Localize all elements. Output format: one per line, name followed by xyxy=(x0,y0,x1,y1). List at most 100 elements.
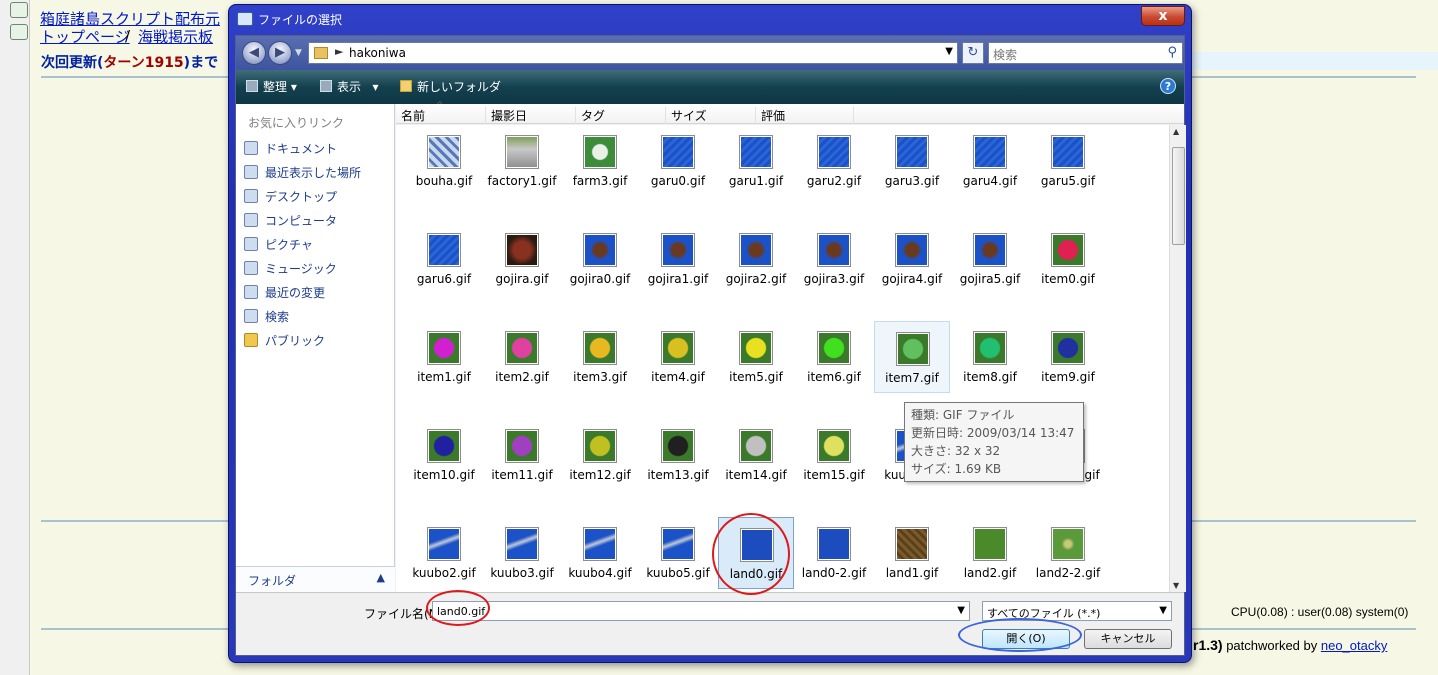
file-item[interactable]: garu0.gif xyxy=(640,125,716,197)
filename-value[interactable]: land0.gif xyxy=(437,605,485,618)
file-item[interactable]: item15.gif xyxy=(796,419,872,491)
file-item[interactable]: item9.gif xyxy=(1030,321,1106,393)
tree-icon[interactable] xyxy=(10,24,28,40)
file-item[interactable]: garu6.gif xyxy=(406,223,482,295)
nav-item-public[interactable]: パブリック xyxy=(244,332,325,350)
file-item[interactable]: gojira2.gif xyxy=(718,223,794,295)
folders-toggle[interactable]: フォルダ ▲ xyxy=(236,566,395,592)
file-item[interactable]: bouha.gif xyxy=(406,125,482,197)
nav-item-desktop[interactable]: デスクトップ xyxy=(244,188,337,206)
file-item[interactable]: kuubo4.gif xyxy=(562,517,638,589)
file-item[interactable]: item5.gif xyxy=(718,321,794,393)
filename-input[interactable]: land0.gif ▼ xyxy=(432,601,970,621)
file-item[interactable]: gojira1.gif xyxy=(640,223,716,295)
file-item[interactable]: gojira.gif xyxy=(484,223,560,295)
close-button[interactable]: x xyxy=(1141,6,1185,26)
column-date-taken[interactable]: 撮影日 xyxy=(486,107,576,124)
file-item[interactable]: garu2.gif xyxy=(796,125,872,197)
file-item[interactable]: item3.gif xyxy=(562,321,638,393)
file-thumbnail xyxy=(661,331,695,365)
title-bar[interactable]: ファイルの選択 x xyxy=(229,5,1191,33)
file-name: gojira0.gif xyxy=(569,272,631,286)
file-item[interactable]: item1.gif xyxy=(406,321,482,393)
file-item[interactable]: garu3.gif xyxy=(874,125,950,197)
file-item[interactable]: kuubo5.gif xyxy=(640,517,716,589)
top-page-link[interactable]: トップページ xyxy=(40,26,130,47)
file-item[interactable]: item10.gif xyxy=(406,419,482,491)
nav-item-recent-changes[interactable]: 最近の変更 xyxy=(244,284,325,302)
help-button[interactable]: ? xyxy=(1160,78,1176,94)
nav-item-search[interactable]: 検索 xyxy=(244,308,289,326)
scroll-thumb[interactable] xyxy=(1172,147,1185,245)
forum-link[interactable]: 海戦掲示板 xyxy=(138,26,213,47)
forward-button[interactable]: ▶ xyxy=(268,41,292,65)
address-bar[interactable]: ► hakoniwa ▼ xyxy=(308,42,958,64)
file-item[interactable]: garu5.gif xyxy=(1030,125,1106,197)
credit-line: r1.3) patchworked by neo_otacky xyxy=(1193,637,1388,653)
file-item[interactable]: land1.gif xyxy=(874,517,950,589)
chevron-down-icon[interactable]: ▼ xyxy=(945,46,953,57)
file-item[interactable]: item12.gif xyxy=(562,419,638,491)
refresh-button[interactable]: ↻ xyxy=(962,42,984,64)
file-item[interactable]: item11.gif xyxy=(484,419,560,491)
search-icon[interactable]: ⚲ xyxy=(1167,45,1177,60)
tooltip-modified: 更新日時: 2009/03/14 13:47 xyxy=(911,426,1075,440)
history-icon[interactable] xyxy=(10,2,28,18)
file-item[interactable]: gojira5.gif xyxy=(952,223,1028,295)
file-item[interactable]: farm3.gif xyxy=(562,125,638,197)
author-link[interactable]: neo_otacky xyxy=(1321,638,1388,653)
file-item[interactable]: item4.gif xyxy=(640,321,716,393)
file-thumbnail xyxy=(817,429,851,463)
nav-item-documents[interactable]: ドキュメント xyxy=(244,140,337,158)
file-name: item1.gif xyxy=(417,370,471,384)
nav-item-recent-places[interactable]: 最近表示した場所 xyxy=(244,164,361,182)
file-type-select[interactable]: すべてのファイル (*.*) ▼ xyxy=(982,601,1172,621)
history-dropdown-icon[interactable]: ▼ xyxy=(295,48,302,58)
view-button[interactable]: 表示 ▾ xyxy=(320,78,378,95)
file-item[interactable]: item6.gif xyxy=(796,321,872,393)
vertical-scrollbar[interactable]: ▲ ▼ xyxy=(1169,125,1186,592)
file-item[interactable]: gojira4.gif xyxy=(874,223,950,295)
file-item[interactable]: item2.gif xyxy=(484,321,560,393)
file-item[interactable]: land0-2.gif xyxy=(796,517,872,589)
file-item[interactable]: gojira3.gif xyxy=(796,223,872,295)
column-size[interactable]: サイズ xyxy=(666,107,756,124)
dialog-title: ファイルの選択 xyxy=(258,13,343,27)
file-item[interactable]: land2.gif xyxy=(952,517,1028,589)
cancel-button[interactable]: キャンセル xyxy=(1084,629,1172,649)
file-item[interactable]: land0.gif xyxy=(718,517,794,589)
file-item[interactable]: item8.gif xyxy=(952,321,1028,393)
new-folder-button[interactable]: 新しいフォルダ xyxy=(400,78,501,95)
file-thumbnail xyxy=(1051,135,1085,169)
column-rating[interactable]: 評価 xyxy=(756,107,854,124)
file-item[interactable]: item13.gif xyxy=(640,419,716,491)
file-item[interactable]: kuubo3.gif xyxy=(484,517,560,589)
organize-button[interactable]: 整理 ▾ xyxy=(246,78,297,95)
file-item[interactable]: item7.gif xyxy=(874,321,950,393)
chevron-down-icon[interactable]: ▼ xyxy=(957,605,965,616)
address-path[interactable]: hakoniwa xyxy=(349,46,406,60)
nav-item-pictures[interactable]: ピクチャ xyxy=(244,236,313,254)
file-item[interactable]: garu1.gif xyxy=(718,125,794,197)
file-item[interactable]: factory1.gif xyxy=(484,125,560,197)
open-button[interactable]: 開く(O) xyxy=(982,629,1070,649)
file-item[interactable]: garu4.gif xyxy=(952,125,1028,197)
scroll-down-icon[interactable]: ▼ xyxy=(1173,581,1179,590)
tooltip-dimensions: 大きさ: 32 x 32 xyxy=(911,444,1001,458)
search-input[interactable]: 検索 ⚲ xyxy=(988,42,1183,64)
scroll-up-icon[interactable]: ▲ xyxy=(1173,127,1179,136)
file-item[interactable]: land2-2.gif xyxy=(1030,517,1106,589)
file-name: garu5.gif xyxy=(1040,174,1096,188)
nav-item-computer[interactable]: コンピュータ xyxy=(244,212,337,230)
file-item[interactable]: gojira0.gif xyxy=(562,223,638,295)
chevron-right-icon[interactable]: ► xyxy=(335,45,343,58)
nav-item-music[interactable]: ミュージック xyxy=(244,260,337,278)
chevron-down-icon[interactable]: ▼ xyxy=(1159,605,1167,616)
back-button[interactable]: ◀ xyxy=(242,41,266,65)
file-thumbnail xyxy=(895,135,929,169)
file-item[interactable]: item14.gif xyxy=(718,419,794,491)
column-tags[interactable]: タグ xyxy=(576,107,666,124)
chevron-up-icon[interactable]: ▲ xyxy=(377,571,385,584)
file-item[interactable]: item0.gif xyxy=(1030,223,1106,295)
file-item[interactable]: kuubo2.gif xyxy=(406,517,482,589)
